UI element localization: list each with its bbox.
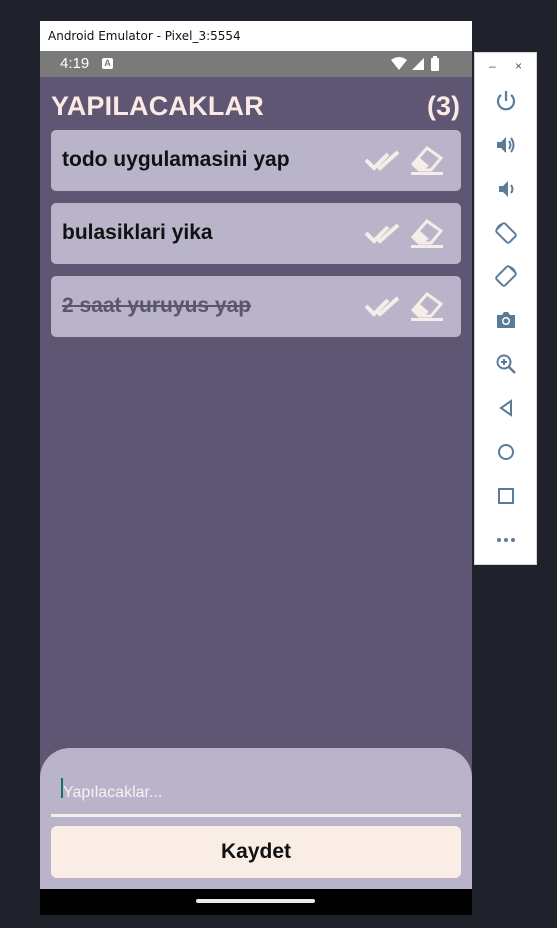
double-check-icon[interactable]: [364, 294, 402, 320]
eraser-icon[interactable]: [409, 217, 445, 249]
back-icon[interactable]: [494, 396, 518, 420]
app-screen: YAPILACAKLAR (3) todo uygulamasini yap b…: [40, 77, 472, 889]
page-title: YAPILACAKLAR: [51, 91, 264, 121]
todo-text: 2 saat yuruyus yap: [62, 294, 252, 317]
status-bar: 4:19 A: [40, 51, 472, 77]
more-icon[interactable]: [494, 528, 518, 552]
navigation-bar: [40, 889, 472, 915]
zoom-icon[interactable]: [494, 352, 518, 376]
window-title: Android Emulator - Pixel_3:5554: [40, 21, 472, 51]
todo-input[interactable]: [61, 776, 455, 810]
home-icon[interactable]: [494, 440, 518, 464]
emulator-toolbar: – ×: [474, 52, 537, 565]
emulator-window: Android Emulator - Pixel_3:5554 4:19 A Y…: [40, 21, 472, 915]
eraser-icon[interactable]: [409, 144, 445, 176]
todo-text: bulasiklari yika: [62, 221, 213, 244]
double-check-icon[interactable]: [364, 221, 402, 247]
close-button[interactable]: ×: [515, 59, 522, 73]
double-check-icon[interactable]: [364, 148, 402, 174]
volume-up-icon[interactable]: [494, 133, 518, 157]
eraser-icon[interactable]: [409, 290, 445, 322]
input-panel: Kaydet: [40, 748, 472, 889]
system-icons: [390, 56, 442, 76]
wifi-signal-battery-icon: [391, 56, 439, 71]
todo-count: (3): [427, 91, 460, 121]
power-icon[interactable]: [494, 89, 518, 113]
todo-item[interactable]: todo uygulamasini yap: [51, 130, 461, 191]
notification-icon: A: [102, 58, 113, 69]
todo-text: todo uygulamasini yap: [62, 148, 290, 171]
volume-down-icon[interactable]: [494, 177, 518, 201]
todo-item[interactable]: 2 saat yuruyus yap: [51, 276, 461, 337]
overview-icon[interactable]: [494, 484, 518, 508]
save-button[interactable]: Kaydet: [51, 826, 461, 878]
rotate-right-icon[interactable]: [494, 264, 518, 288]
camera-icon[interactable]: [494, 308, 518, 332]
todo-input-wrapper: [51, 774, 461, 817]
minimize-button[interactable]: –: [489, 59, 496, 73]
status-time: 4:19: [60, 55, 90, 72]
rotate-left-icon[interactable]: [494, 221, 518, 245]
home-gesture-pill[interactable]: [196, 899, 315, 903]
todo-item[interactable]: bulasiklari yika: [51, 203, 461, 264]
